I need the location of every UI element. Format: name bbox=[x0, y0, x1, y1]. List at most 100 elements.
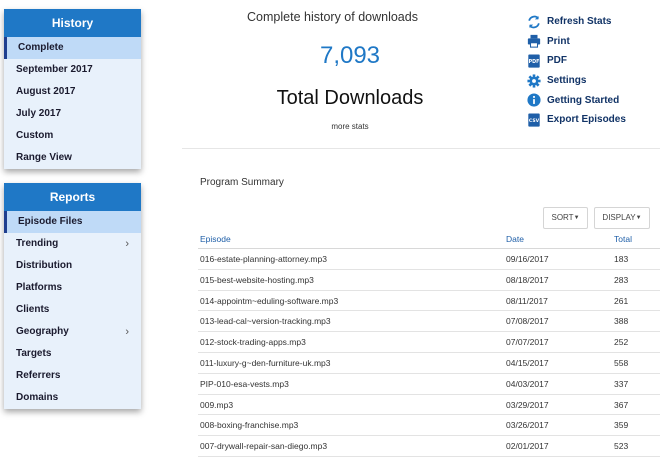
date-cell: 07/08/2017 bbox=[506, 316, 549, 327]
history-list: Complete September 2017 August 2017 July 20… bbox=[4, 37, 141, 169]
sidebar-item-label: September 2017 bbox=[16, 64, 93, 75]
print-action[interactable]: Print bbox=[527, 32, 626, 52]
sidebar-item-distribution[interactable]: Distribution bbox=[4, 255, 141, 277]
total-cell: 283 bbox=[614, 274, 629, 285]
table-row[interactable]: 015-best-website-hosting.mp3 08/18/2017 28… bbox=[198, 270, 660, 291]
sidebar-item-platforms[interactable]: Platforms bbox=[4, 277, 141, 299]
program-summary-title: Program Summary bbox=[200, 177, 284, 188]
sidebar-item-complete[interactable]: Complete bbox=[4, 37, 141, 59]
episode-cell: PIP-010-esa-vests.mp3 bbox=[200, 378, 289, 389]
sidebar-item-label: Geography bbox=[16, 326, 69, 337]
history-panel: History Complete September 2017 August 201… bbox=[4, 9, 141, 169]
history-header: History bbox=[4, 9, 141, 37]
refresh-stats-action[interactable]: Refresh Stats bbox=[527, 12, 626, 32]
reports-panel: Reports Episode Files Trending › Distributi… bbox=[4, 183, 141, 409]
sidebar-item-referrers[interactable]: Referrers bbox=[4, 365, 141, 387]
pdf-action[interactable]: PDF PDF bbox=[527, 51, 626, 71]
sidebar-item-label: Distribution bbox=[16, 260, 73, 271]
export-episodes-action[interactable]: CSV Export Episodes bbox=[527, 110, 626, 130]
table-row[interactable]: 011-luxury-g~den-furniture-uk.mp3 04/15/2… bbox=[198, 353, 660, 374]
action-label: Print bbox=[547, 35, 570, 47]
sidebar-item-custom[interactable]: Custom bbox=[4, 125, 141, 147]
display-label: DISPLAY bbox=[602, 213, 636, 223]
total-cell: 523 bbox=[614, 441, 629, 452]
getting-started-action[interactable]: Getting Started bbox=[527, 90, 626, 110]
more-stats-link[interactable]: more stats bbox=[300, 122, 400, 131]
sidebar-item-geography[interactable]: Geography › bbox=[4, 321, 141, 343]
table-row[interactable]: 009.mp3 03/29/2017 367 bbox=[198, 395, 660, 416]
sidebar-item-episode-files[interactable]: Episode Files bbox=[4, 211, 141, 233]
info-icon bbox=[527, 93, 541, 107]
episode-cell: 012-stock-trading-apps.mp3 bbox=[200, 337, 306, 348]
action-label: Export Episodes bbox=[547, 114, 626, 126]
table-row[interactable]: PIP-010-esa-vests.mp3 04/03/2017 337 bbox=[198, 374, 660, 395]
caret-down-icon: ▼ bbox=[635, 215, 642, 221]
caret-down-icon: ▼ bbox=[573, 215, 580, 221]
gear-icon bbox=[527, 74, 541, 88]
sidebar-item-august-2017[interactable]: August 2017 bbox=[4, 81, 141, 103]
table-header: Episode Date Total bbox=[198, 229, 660, 249]
chevron-right-icon: › bbox=[125, 238, 129, 250]
refresh-icon bbox=[527, 15, 541, 29]
sidebar-item-label: Domains bbox=[16, 392, 59, 403]
table-body: 016-estate-planning-attorney.mp3 09/16/20… bbox=[198, 249, 660, 457]
svg-text:CSV: CSV bbox=[529, 118, 540, 124]
table-row[interactable]: 012-stock-trading-apps.mp3 07/07/2017 252 bbox=[198, 332, 660, 353]
sidebar-item-targets[interactable]: Targets bbox=[4, 343, 141, 365]
downloads-caption: Complete history of downloads bbox=[247, 10, 418, 24]
sidebar-item-september-2017[interactable]: September 2017 bbox=[4, 59, 141, 81]
date-cell: 04/03/2017 bbox=[506, 378, 549, 389]
total-cell: 252 bbox=[614, 337, 629, 348]
date-cell: 02/01/2017 bbox=[506, 441, 549, 452]
date-cell: 08/18/2017 bbox=[506, 274, 549, 285]
episodes-table: Episode Date Total 016-estate-planning-a… bbox=[198, 229, 660, 457]
table-row[interactable]: 013-lead-cal~version-tracking.mp3 07/08/2… bbox=[198, 311, 660, 333]
sidebar-item-label: Complete bbox=[18, 42, 64, 53]
total-cell: 367 bbox=[614, 399, 629, 410]
pdf-icon: PDF bbox=[527, 54, 541, 68]
date-cell: 08/11/2017 bbox=[506, 295, 548, 306]
sidebar-item-label: Referrers bbox=[16, 370, 61, 381]
date-cell: 09/16/2017 bbox=[506, 254, 549, 264]
total-cell: 558 bbox=[614, 357, 629, 368]
sort-button[interactable]: SORT▼ bbox=[543, 207, 588, 229]
total-downloads-number: 7,093 bbox=[319, 42, 381, 69]
sidebar-item-label: Range View bbox=[16, 152, 72, 163]
sidebar-item-label: Clients bbox=[16, 304, 50, 315]
svg-text:PDF: PDF bbox=[529, 59, 540, 65]
sidebar-item-label: July 2017 bbox=[16, 108, 62, 119]
reports-list: Episode Files Trending › Distribution Platfo… bbox=[4, 211, 141, 409]
date-cell: 03/26/2017 bbox=[506, 420, 549, 431]
sidebar-item-label: Platforms bbox=[16, 282, 63, 293]
column-episode[interactable]: Episode bbox=[200, 229, 231, 249]
chevron-right-icon: › bbox=[125, 326, 129, 338]
reports-header: Reports bbox=[4, 183, 141, 211]
csv-icon: CSV bbox=[527, 113, 541, 127]
date-cell: 04/15/2017 bbox=[506, 357, 549, 368]
table-row[interactable]: 008-boxing-franchise.mp3 03/26/2017 359 bbox=[198, 415, 660, 437]
sidebar-item-range-view[interactable]: Range View bbox=[4, 147, 141, 169]
total-downloads-label: Total Downloads bbox=[276, 87, 424, 109]
table-row[interactable]: 014-appointm~eduling-software.mp3 08/11/2… bbox=[198, 291, 660, 312]
episode-cell: 011-luxury-g~den-furniture-uk.mp3 bbox=[200, 357, 331, 368]
episode-cell: 013-lead-cal~version-tracking.mp3 bbox=[200, 316, 331, 327]
date-cell: 07/07/2017 bbox=[506, 337, 549, 348]
table-row[interactable]: 016-estate-planning-attorney.mp3 09/16/20… bbox=[198, 249, 660, 270]
column-total[interactable]: Total bbox=[614, 229, 632, 249]
sidebar-item-label: Targets bbox=[16, 348, 52, 359]
display-button[interactable]: DISPLAY▼ bbox=[594, 207, 650, 229]
sidebar-item-domains[interactable]: Domains bbox=[4, 387, 141, 409]
sidebar-item-clients[interactable]: Clients bbox=[4, 299, 141, 321]
sidebar-item-july-2017[interactable]: July 2017 bbox=[4, 103, 141, 125]
sidebar-item-label: Episode Files bbox=[18, 216, 83, 227]
sidebar-item-label: Custom bbox=[16, 130, 54, 141]
actions-menu: Refresh Stats Print PDF PDF Settings Getting … bbox=[527, 12, 626, 130]
total-cell: 183 bbox=[614, 254, 629, 264]
column-date[interactable]: Date bbox=[506, 229, 524, 249]
settings-action[interactable]: Settings bbox=[527, 71, 626, 91]
table-row[interactable]: 007-drywall-repair-san-diego.mp3 02/01/20… bbox=[198, 436, 660, 457]
sidebar-item-trending[interactable]: Trending › bbox=[4, 233, 141, 255]
action-label: Getting Started bbox=[547, 94, 620, 106]
episode-cell: 016-estate-planning-attorney.mp3 bbox=[200, 254, 327, 264]
sort-label: SORT bbox=[551, 213, 574, 223]
